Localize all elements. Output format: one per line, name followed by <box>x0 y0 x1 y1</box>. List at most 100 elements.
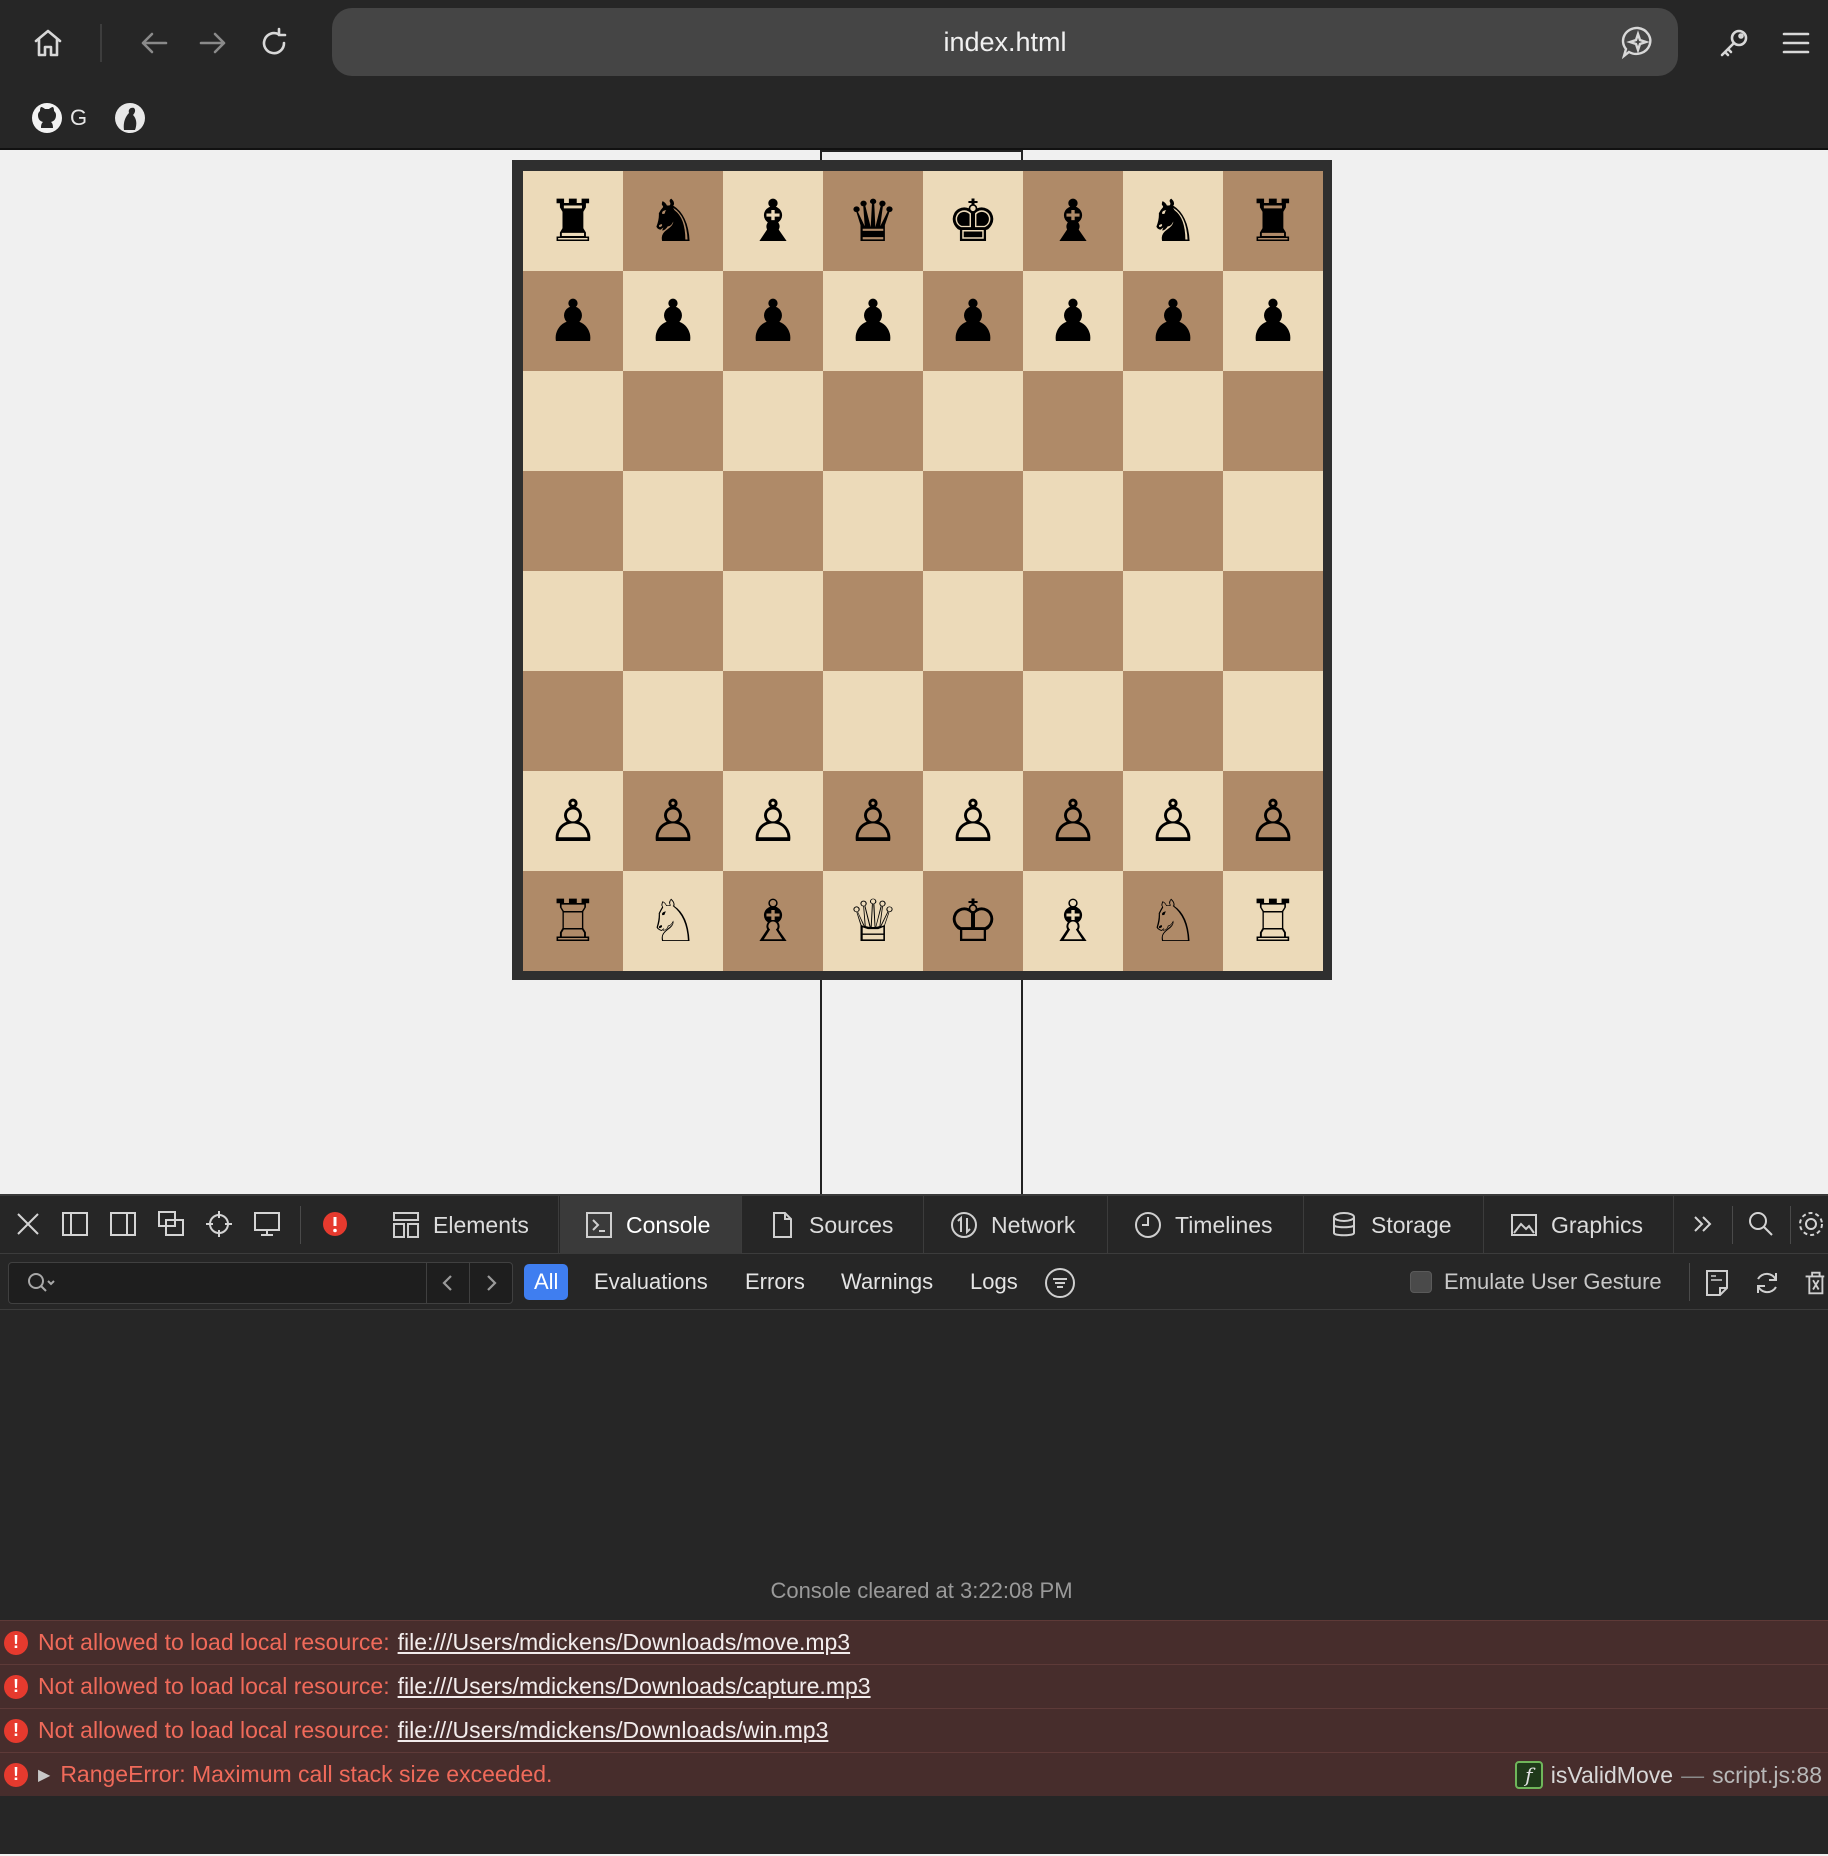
square-g5[interactable] <box>1123 471 1223 571</box>
square-g4[interactable] <box>1123 571 1223 671</box>
tab-graphics[interactable]: Graphics <box>1485 1196 1674 1254</box>
more-tabs-button[interactable] <box>1682 1203 1724 1245</box>
console-error-row-range-error[interactable]: ! ▶ RangeError: Maximum call stack size … <box>0 1752 1828 1796</box>
inspect-element-button[interactable] <box>198 1203 240 1245</box>
square-e7[interactable]: ♟ <box>923 271 1023 371</box>
square-b8[interactable]: ♞ <box>623 171 723 271</box>
square-f6[interactable] <box>1023 371 1123 471</box>
square-e2[interactable]: ♙ <box>923 771 1023 871</box>
square-d1[interactable]: ♕ <box>823 871 923 971</box>
square-e4[interactable] <box>923 571 1023 671</box>
reload-button[interactable] <box>249 18 299 68</box>
square-a2[interactable]: ♙ <box>523 771 623 871</box>
filter-options-button[interactable] <box>1043 1266 1077 1300</box>
square-c2[interactable]: ♙ <box>723 771 823 871</box>
next-match-button[interactable] <box>469 1262 511 1304</box>
settings-button[interactable] <box>1796 1203 1826 1245</box>
square-g1[interactable]: ♘ <box>1123 871 1223 971</box>
square-d2[interactable]: ♙ <box>823 771 923 871</box>
console-error-row[interactable]: ! Not allowed to load local resource: fi… <box>0 1620 1828 1664</box>
square-g6[interactable] <box>1123 371 1223 471</box>
clear-console-button[interactable] <box>1800 1264 1828 1302</box>
square-a4[interactable] <box>523 571 623 671</box>
square-h8[interactable]: ♜ <box>1223 171 1323 271</box>
level-warnings[interactable]: Warnings <box>831 1264 943 1300</box>
square-f7[interactable]: ♟ <box>1023 271 1123 371</box>
back-button[interactable] <box>129 18 179 68</box>
square-a7[interactable]: ♟ <box>523 271 623 371</box>
square-d3[interactable] <box>823 671 923 771</box>
square-a6[interactable] <box>523 371 623 471</box>
disclosure-triangle-icon[interactable]: ▶ <box>38 1765 50 1785</box>
square-c8[interactable]: ♝ <box>723 171 823 271</box>
detach-button[interactable] <box>150 1203 192 1245</box>
error-indicator-button[interactable] <box>314 1203 356 1245</box>
forward-button[interactable] <box>188 18 238 68</box>
previous-match-button[interactable] <box>426 1262 468 1304</box>
device-settings-button[interactable] <box>246 1203 288 1245</box>
search-button[interactable] <box>1740 1203 1782 1245</box>
square-a1[interactable]: ♖ <box>523 871 623 971</box>
square-e1[interactable]: ♔ <box>923 871 1023 971</box>
emulate-user-gesture-checkbox[interactable] <box>1410 1271 1432 1293</box>
square-d6[interactable] <box>823 371 923 471</box>
square-h6[interactable] <box>1223 371 1323 471</box>
tab-network[interactable]: Network <box>925 1196 1108 1254</box>
square-c6[interactable] <box>723 371 823 471</box>
address-bar[interactable]: index.html <box>332 8 1678 76</box>
console-error-row[interactable]: ! Not allowed to load local resource: fi… <box>0 1708 1828 1752</box>
square-b6[interactable] <box>623 371 723 471</box>
address-text[interactable]: index.html <box>332 8 1678 76</box>
bookmark-site[interactable] <box>113 101 147 135</box>
resource-link[interactable]: file:///Users/mdickens/Downloads/capture… <box>398 1673 871 1700</box>
square-c1[interactable]: ♗ <box>723 871 823 971</box>
square-g2[interactable]: ♙ <box>1123 771 1223 871</box>
resource-link[interactable]: file:///Users/mdickens/Downloads/win.mp3 <box>398 1717 829 1744</box>
square-e3[interactable] <box>923 671 1023 771</box>
square-d4[interactable] <box>823 571 923 671</box>
square-h5[interactable] <box>1223 471 1323 571</box>
square-g7[interactable]: ♟ <box>1123 271 1223 371</box>
dock-right-button[interactable] <box>102 1203 144 1245</box>
home-button[interactable] <box>23 18 73 68</box>
square-c3[interactable] <box>723 671 823 771</box>
square-a5[interactable] <box>523 471 623 571</box>
square-f5[interactable] <box>1023 471 1123 571</box>
level-all[interactable]: All <box>524 1264 569 1300</box>
square-b4[interactable] <box>623 571 723 671</box>
passwords-button[interactable] <box>1709 18 1759 68</box>
square-g3[interactable] <box>1123 671 1223 771</box>
reload-console-button[interactable] <box>1748 1264 1786 1302</box>
square-h1[interactable]: ♖ <box>1223 871 1323 971</box>
square-b2[interactable]: ♙ <box>623 771 723 871</box>
square-f4[interactable] <box>1023 571 1123 671</box>
assistant-button[interactable] <box>1614 18 1662 66</box>
emulate-user-gesture[interactable]: Emulate User Gesture <box>1410 1264 1662 1300</box>
square-e8[interactable]: ♚ <box>923 171 1023 271</box>
square-c5[interactable] <box>723 471 823 571</box>
square-e5[interactable] <box>923 471 1023 571</box>
square-g8[interactable]: ♞ <box>1123 171 1223 271</box>
tab-elements[interactable]: Elements <box>367 1196 559 1254</box>
console-snippet-button[interactable] <box>1698 1264 1736 1302</box>
tab-console[interactable]: Console <box>560 1196 742 1254</box>
square-b7[interactable]: ♟ <box>623 271 723 371</box>
console-error-row[interactable]: ! Not allowed to load local resource: fi… <box>0 1664 1828 1708</box>
square-b3[interactable] <box>623 671 723 771</box>
square-f3[interactable] <box>1023 671 1123 771</box>
square-e6[interactable] <box>923 371 1023 471</box>
square-h2[interactable]: ♙ <box>1223 771 1323 871</box>
tab-timelines[interactable]: Timelines <box>1109 1196 1304 1254</box>
square-f1[interactable]: ♗ <box>1023 871 1123 971</box>
square-h4[interactable] <box>1223 571 1323 671</box>
square-f8[interactable]: ♝ <box>1023 171 1123 271</box>
level-errors[interactable]: Errors <box>735 1264 815 1300</box>
resource-link[interactable]: file:///Users/mdickens/Downloads/move.mp… <box>398 1629 851 1656</box>
square-c4[interactable] <box>723 571 823 671</box>
square-f2[interactable]: ♙ <box>1023 771 1123 871</box>
square-d8[interactable]: ♛ <box>823 171 923 271</box>
square-c7[interactable]: ♟ <box>723 271 823 371</box>
square-b5[interactable] <box>623 471 723 571</box>
call-location[interactable]: f isValidMove — script.js:88 <box>1514 1753 1822 1797</box>
menu-button[interactable] <box>1771 18 1821 68</box>
